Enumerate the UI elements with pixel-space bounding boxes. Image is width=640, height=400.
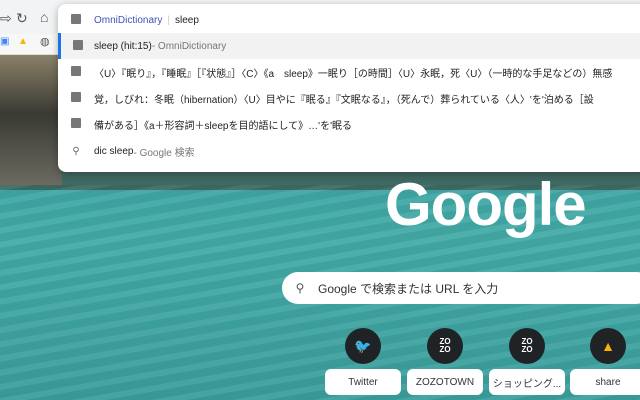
shortcut-label: ショッピング... bbox=[489, 369, 565, 395]
suggestion-text: 〈U〉『眠り』，『睡眠』［『状態』］〈C〉《a sleep》一眠り［の時間］〈U… bbox=[94, 68, 613, 80]
dictionary-icon bbox=[58, 13, 94, 27]
twitter-icon: 🐦 bbox=[345, 328, 381, 364]
suggestion-text: dic sleep bbox=[94, 145, 134, 157]
shortcut-label: Twitter bbox=[325, 369, 401, 395]
omnibox-query[interactable]: sleep bbox=[175, 15, 199, 26]
omnibox-input[interactable]: OmniDictionary | sleep bbox=[58, 7, 640, 33]
zozo-icon: ZO ZO bbox=[509, 328, 545, 364]
home-icon[interactable]: ⌂ bbox=[40, 9, 48, 25]
suggestion-item[interactable]: 覚，しびれ：冬眠（hibernation）〈U〉目やに『眠る』『文眠なる』，（死… bbox=[58, 85, 640, 111]
shortcut-shopping[interactable]: ZO ZO ショッピング... bbox=[489, 328, 565, 395]
shortcut-share[interactable]: ▲ share bbox=[570, 328, 640, 395]
dictionary-icon bbox=[58, 117, 94, 131]
dictionary-icon bbox=[61, 39, 94, 53]
shortcut-label: ZOZOTOWN bbox=[407, 369, 483, 395]
globe-icon[interactable]: ◍ bbox=[40, 35, 50, 48]
omnibox-dropdown: OmniDictionary | sleep sleep (hit:15) - … bbox=[58, 4, 640, 172]
zozo-icon: ZO ZO bbox=[427, 328, 463, 364]
google-drive-icon[interactable]: ▲ bbox=[18, 36, 28, 47]
suggestion-text: 覚，しびれ：冬眠（hibernation）〈U〉目やに『眠る』『文眠なる』，（死… bbox=[94, 94, 594, 106]
reload-icon[interactable]: ↻ bbox=[16, 10, 28, 27]
omnibox-keyword: OmniDictionary bbox=[94, 14, 163, 26]
suggestion-source: - Google 検索 bbox=[133, 147, 195, 159]
forward-icon[interactable]: ⇨ bbox=[0, 10, 12, 27]
ntp-search-box[interactable]: ⚲ Google で検索または URL を入力 bbox=[282, 272, 640, 304]
search-icon: ⚲ bbox=[72, 145, 80, 157]
shortcut-label: share bbox=[570, 369, 640, 395]
shortcut-twitter[interactable]: 🐦 Twitter bbox=[325, 328, 401, 395]
search-icon: ⚲ bbox=[295, 281, 305, 295]
suggestion-source: - OmniDictionary bbox=[151, 40, 227, 52]
shortcut-zozotown[interactable]: ZO ZO ZOZOTOWN bbox=[407, 328, 483, 395]
calendar-icon[interactable]: ▣ bbox=[0, 36, 9, 47]
suggestion-item[interactable]: sleep (hit:15) - OmniDictionary bbox=[58, 33, 640, 59]
google-drive-icon: ▲ bbox=[590, 328, 626, 364]
search-placeholder: Google で検索または URL を入力 bbox=[318, 281, 499, 296]
suggestion-item[interactable]: ⚲ dic sleep - Google 検索 bbox=[58, 138, 640, 164]
dictionary-icon bbox=[58, 91, 94, 105]
background-hut bbox=[0, 55, 62, 185]
suggestion-item[interactable]: 備がある］《a＋形容詞＋sleepを目的語にして》…'を'眠る bbox=[58, 111, 640, 137]
google-logo: Google bbox=[385, 171, 587, 238]
suggestion-text: 備がある］《a＋形容詞＋sleepを目的語にして》…'を'眠る bbox=[94, 120, 352, 132]
dictionary-icon bbox=[58, 65, 94, 79]
suggestion-text: sleep (hit:15) bbox=[94, 40, 152, 52]
suggestion-item[interactable]: 〈U〉『眠り』，『睡眠』［『状態』］〈C〉《a sleep》一眠り［の時間］〈U… bbox=[58, 59, 640, 85]
